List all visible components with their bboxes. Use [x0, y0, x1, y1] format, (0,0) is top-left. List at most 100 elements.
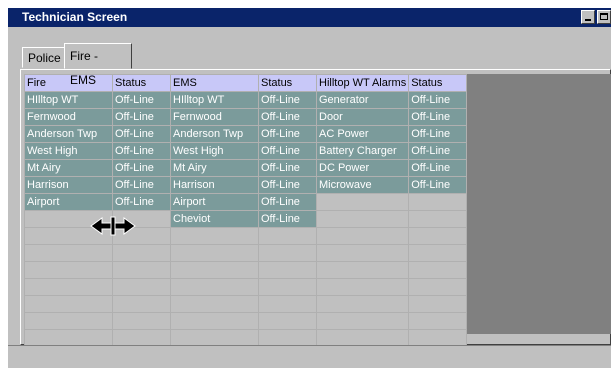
table-cell[interactable]	[24, 244, 113, 262]
table-cell[interactable]: Mt Airy	[24, 159, 113, 177]
table-cell[interactable]: Airport	[24, 193, 113, 211]
table-cell[interactable]: Off-Line	[112, 108, 171, 126]
table-cell[interactable]: Anderson Twp	[170, 125, 259, 143]
header-hilltop-status[interactable]: Status	[408, 74, 468, 92]
table-cell[interactable]	[315, 312, 410, 330]
table-cell[interactable]	[258, 329, 317, 347]
table-cell[interactable]	[315, 261, 410, 279]
table-cell[interactable]	[408, 227, 468, 245]
header-ems-status[interactable]: Status	[258, 74, 317, 92]
table-cell[interactable]: Off-Line	[258, 176, 317, 194]
table-cell[interactable]: Fernwood	[170, 108, 259, 126]
table-cell[interactable]	[258, 227, 317, 245]
table-cell[interactable]	[315, 227, 410, 245]
table-cell[interactable]	[112, 244, 171, 262]
table-cell[interactable]: Off-Line	[258, 91, 317, 109]
table-cell[interactable]: Off-Line	[408, 125, 468, 143]
table-cell[interactable]	[315, 193, 410, 211]
table-cell[interactable]	[170, 227, 259, 245]
table-cell[interactable]	[24, 278, 113, 296]
table-cell[interactable]: Fernwood	[24, 108, 113, 126]
table-cell[interactable]	[315, 295, 410, 313]
table-cell[interactable]: Anderson Twp	[24, 125, 113, 143]
table-cell[interactable]: Off-Line	[258, 142, 317, 160]
header-fire-status[interactable]: Status	[112, 74, 171, 92]
table-cell[interactable]: West High	[170, 142, 259, 160]
table-cell[interactable]	[408, 295, 468, 313]
table-cell[interactable]: Harrison	[24, 176, 113, 194]
tab-fire-ems[interactable]: Fire - EMS	[64, 43, 132, 87]
table-cell[interactable]	[315, 210, 410, 228]
table-cell[interactable]: Off-Line	[408, 108, 468, 126]
table-cell[interactable]: Off-Line	[112, 125, 171, 143]
table-cell[interactable]	[112, 278, 171, 296]
table-cell[interactable]	[315, 244, 410, 262]
header-fire[interactable]: Fire	[24, 74, 113, 92]
table-cell[interactable]	[170, 278, 259, 296]
table-cell[interactable]	[408, 278, 468, 296]
table-cell[interactable]	[112, 295, 171, 313]
table-cell[interactable]	[408, 210, 468, 228]
table-cell[interactable]	[408, 329, 468, 347]
table-cell[interactable]	[408, 261, 468, 279]
table-cell[interactable]: Off-Line	[112, 159, 171, 177]
table-cell[interactable]	[112, 261, 171, 279]
table-cell[interactable]: Airport	[170, 193, 259, 211]
header-hilltop-alarms[interactable]: Hilltop WT Alarms	[315, 74, 410, 92]
table-cell[interactable]: Off-Line	[112, 193, 171, 211]
header-ems[interactable]: EMS	[170, 74, 259, 92]
table-cell[interactable]	[170, 261, 259, 279]
table-cell[interactable]	[170, 312, 259, 330]
table-cell[interactable]	[170, 329, 259, 347]
table-cell[interactable]	[24, 329, 113, 347]
table-cell[interactable]: AC Power	[315, 125, 410, 143]
table-cell[interactable]	[258, 261, 317, 279]
table-cell[interactable]: DC Power	[315, 159, 410, 177]
table-cell[interactable]: Off-Line	[258, 193, 317, 211]
table-cell[interactable]	[408, 312, 468, 330]
table-cell[interactable]: Off-Line	[258, 159, 317, 177]
table-cell[interactable]	[258, 244, 317, 262]
table-cell[interactable]: Mt Airy	[170, 159, 259, 177]
table-cell[interactable]	[258, 312, 317, 330]
table-cell[interactable]	[24, 261, 113, 279]
table-cell[interactable]	[170, 244, 259, 262]
table-cell[interactable]: West High	[24, 142, 113, 160]
table-cell[interactable]: Door	[315, 108, 410, 126]
table-cell[interactable]: Generator	[315, 91, 410, 109]
table-cell[interactable]	[315, 278, 410, 296]
table-cell[interactable]	[24, 312, 113, 330]
table-cell[interactable]: HIlltop WT	[170, 91, 259, 109]
table-row: Fernwood Off-Line Fernwood Off-Line Door Off-…	[24, 108, 468, 126]
table-cell[interactable]: Battery Charger	[315, 142, 410, 160]
table-cell[interactable]	[112, 312, 171, 330]
table-cell[interactable]: Cheviot	[170, 210, 259, 228]
table-cell[interactable]: Harrison	[170, 176, 259, 194]
app-window: Technician Screen Police Fire - EMS Fire…	[0, 0, 611, 368]
table-cell[interactable]: HIlltop WT	[24, 91, 113, 109]
tab-police[interactable]: Police	[22, 47, 66, 68]
table-cell[interactable]: Off-Line	[112, 91, 171, 109]
table-cell[interactable]: Off-Line	[112, 142, 171, 160]
table-cell[interactable]	[258, 295, 317, 313]
table-cell[interactable]	[408, 244, 468, 262]
table-cell[interactable]	[24, 295, 113, 313]
table-cell[interactable]	[170, 295, 259, 313]
table-cell[interactable]: Off-Line	[408, 159, 468, 177]
table-cell[interactable]: Off-Line	[408, 142, 468, 160]
maximize-button[interactable]	[597, 10, 611, 24]
table-cell[interactable]: Off-Line	[408, 91, 468, 109]
table-cell[interactable]: Off-Line	[112, 176, 171, 194]
table-cell[interactable]: Off-Line	[258, 108, 317, 126]
table-cell[interactable]	[258, 278, 317, 296]
table-cell[interactable]: Microwave	[315, 176, 410, 194]
table-cell[interactable]: Off-Line	[258, 210, 317, 228]
minimize-button[interactable]	[581, 10, 595, 24]
status-bar	[8, 345, 611, 368]
table-cell[interactable]	[112, 329, 171, 347]
table-cell[interactable]: Off-Line	[258, 125, 317, 143]
title-bar[interactable]: Technician Screen	[8, 8, 611, 27]
table-cell[interactable]: Off-Line	[408, 176, 468, 194]
table-cell[interactable]	[315, 329, 410, 347]
table-cell[interactable]	[408, 193, 468, 211]
